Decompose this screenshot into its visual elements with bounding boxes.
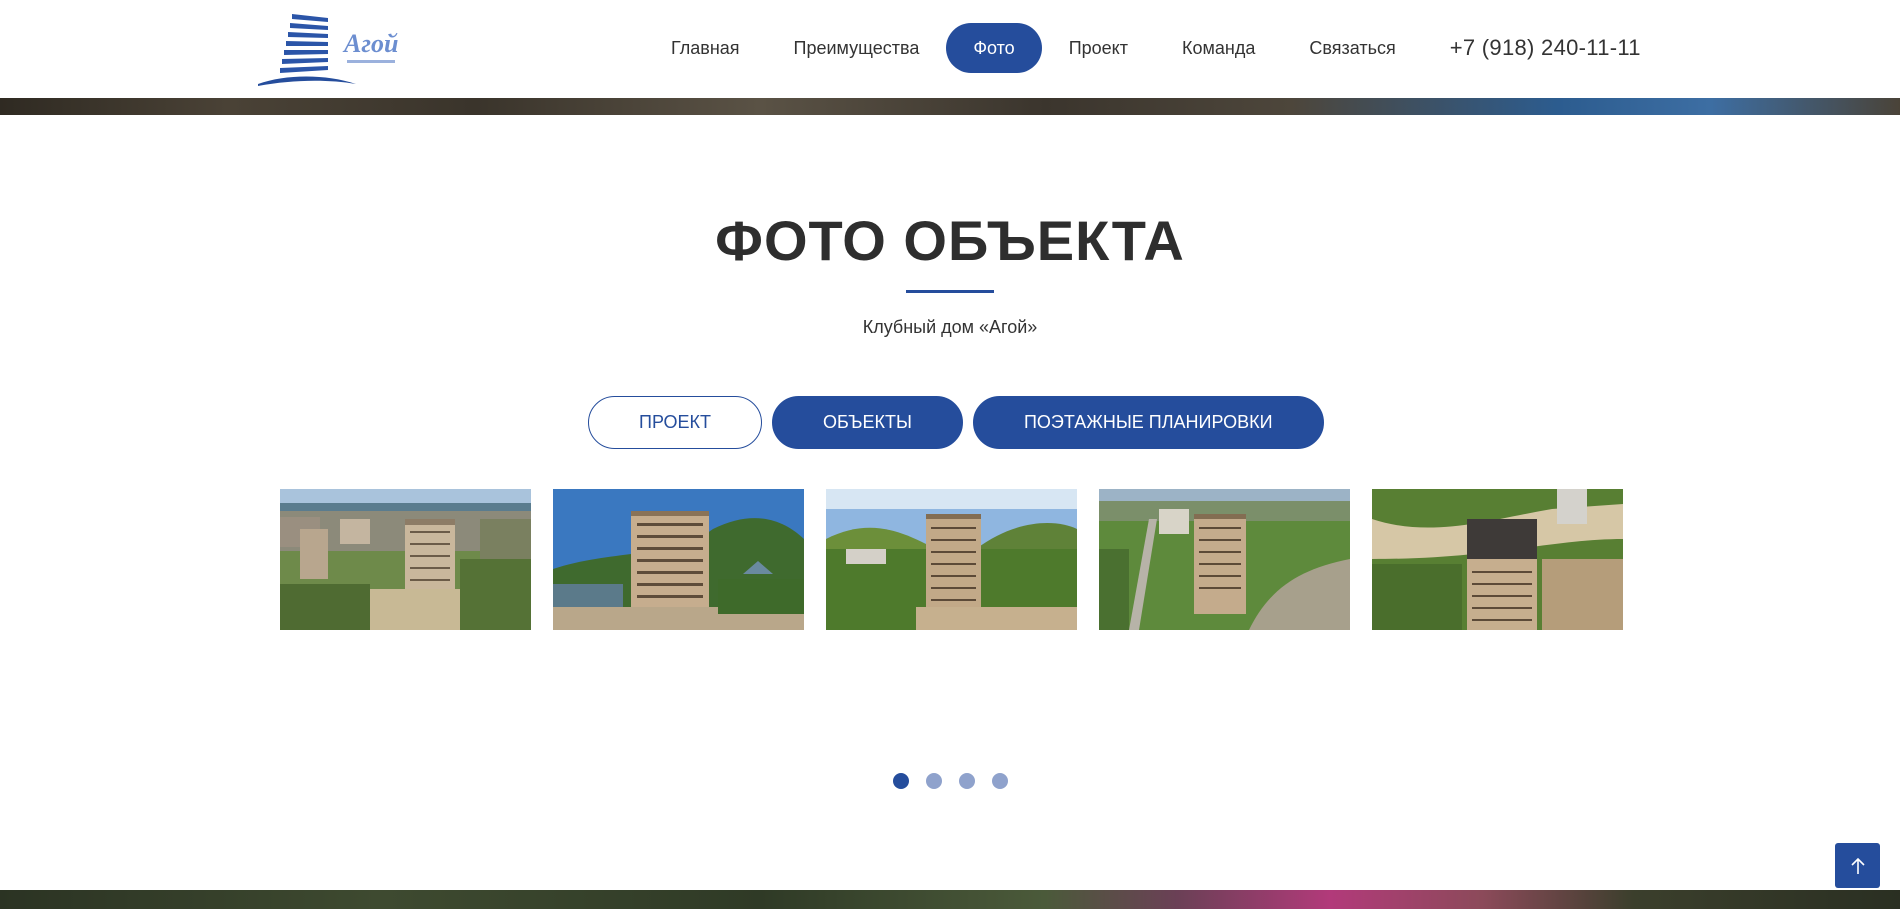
section-subtitle: Клубный дом «Агой» bbox=[862, 317, 1038, 337]
gallery-photo[interactable] bbox=[553, 489, 804, 630]
nav-item-team[interactable]: Команда bbox=[1155, 23, 1282, 73]
logo-text: Агой bbox=[342, 29, 398, 58]
arrow-up-icon bbox=[1850, 857, 1865, 874]
carousel-dot[interactable] bbox=[992, 773, 1008, 789]
scroll-to-top-button[interactable] bbox=[1835, 843, 1880, 888]
gallery-photo[interactable] bbox=[1372, 489, 1623, 630]
carousel-dot[interactable] bbox=[926, 773, 942, 789]
photo-gallery bbox=[280, 489, 1623, 630]
nav-item-home[interactable]: Главная bbox=[644, 23, 767, 73]
building-photo bbox=[280, 489, 531, 630]
carousel-dot[interactable] bbox=[893, 773, 909, 789]
building-photo bbox=[553, 489, 804, 630]
logo[interactable]: Агой bbox=[256, 8, 411, 88]
building-photo bbox=[1372, 489, 1623, 630]
nav-item-advantages[interactable]: Преимущества bbox=[767, 23, 947, 73]
building-photo bbox=[826, 489, 1077, 630]
title-underline bbox=[906, 290, 994, 293]
nav-item-project[interactable]: Проект bbox=[1042, 23, 1155, 73]
gallery-photo[interactable] bbox=[1099, 489, 1350, 630]
carousel-pagination bbox=[893, 773, 1008, 789]
phone-link[interactable]: +7 (918) 240-11-11 bbox=[1450, 35, 1641, 61]
section-title: ФОТО ОБЪЕКТА bbox=[715, 209, 1185, 272]
gallery-photo[interactable] bbox=[826, 489, 1077, 630]
site-header: Агой Главная Преимущества Фото Проект Ко… bbox=[0, 0, 1900, 98]
gallery-tabs: ПРОЕКТ ОБЪЕКТЫ ПОЭТАЖНЫЕ ПЛАНИРОВКИ bbox=[588, 396, 1324, 449]
logo-icon: Агой bbox=[258, 14, 398, 86]
building-photo bbox=[1099, 489, 1350, 630]
tab-objects[interactable]: ОБЪЕКТЫ bbox=[772, 396, 963, 449]
tab-project[interactable]: ПРОЕКТ bbox=[588, 396, 763, 449]
nav-item-contact[interactable]: Связаться bbox=[1282, 23, 1422, 73]
nav-item-photo[interactable]: Фото bbox=[946, 23, 1042, 73]
tab-floor-plans[interactable]: ПОЭТАЖНЫЕ ПЛАНИРОВКИ bbox=[972, 396, 1324, 449]
previous-section-image bbox=[0, 98, 1900, 115]
gallery-photo[interactable] bbox=[280, 489, 531, 630]
next-section-image bbox=[0, 890, 1900, 909]
main-nav: Главная Преимущества Фото Проект Команда… bbox=[644, 23, 1641, 73]
carousel-dot[interactable] bbox=[959, 773, 975, 789]
